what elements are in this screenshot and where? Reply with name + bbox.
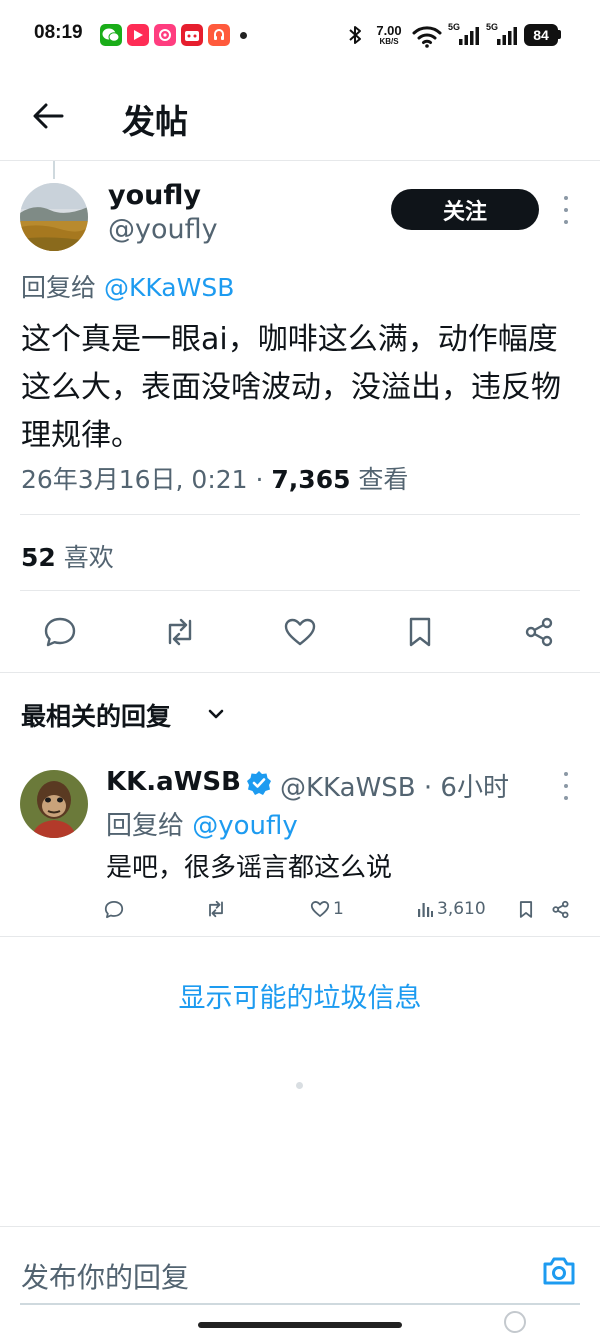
signal-5g-icon-2: 5G: [486, 22, 520, 48]
author-display-name[interactable]: youfly: [108, 180, 201, 211]
bookmark-icon: [519, 900, 533, 918]
heart-icon: [310, 901, 330, 917]
likes-label: 喜欢: [55, 543, 114, 572]
tmall-icon: [181, 24, 203, 46]
share-icon: [525, 617, 553, 647]
thread-connector-line: [53, 161, 55, 179]
reply-like-button[interactable]: 1: [310, 896, 344, 922]
arrow-left-icon: [33, 103, 64, 129]
author-handle[interactable]: @youfly: [108, 214, 218, 245]
verified-badge-icon: [246, 770, 272, 796]
back-button[interactable]: [28, 96, 68, 136]
reply-more-options-icon[interactable]: [560, 772, 572, 800]
app-watermark: [504, 1309, 526, 1335]
reply-bookmark-button[interactable]: [518, 896, 534, 922]
reply-composer-input[interactable]: 发布你的回复: [21, 1256, 189, 1296]
listen-app-icon: [208, 24, 230, 46]
bookmark-button[interactable]: [400, 612, 440, 652]
like-button[interactable]: [280, 612, 320, 652]
replies-sort-label[interactable]: 最相关的回复: [21, 697, 171, 733]
battery-indicator: 84: [524, 24, 558, 46]
signal-5g-icon: 5G: [448, 22, 482, 48]
divider: [20, 514, 580, 515]
camera-button[interactable]: [540, 1252, 578, 1290]
heart-icon: [284, 618, 316, 646]
divider: [0, 672, 600, 673]
divider: [0, 1226, 600, 1227]
reply-to-handle-link[interactable]: @KKaWSB: [104, 273, 234, 302]
reply-author-avatar[interactable]: [20, 770, 88, 838]
author-avatar[interactable]: [20, 183, 88, 251]
reply-view-count: 3,610: [437, 899, 486, 919]
wifi-icon: [412, 24, 442, 52]
reply-to-prefix: 回复给: [106, 811, 193, 841]
divider: [0, 936, 600, 937]
reply-repost-button[interactable]: [205, 896, 227, 922]
repost-icon: [209, 900, 223, 918]
show-spam-link[interactable]: 显示可能的垃圾信息: [0, 976, 600, 1015]
reply-text: 是吧，很多谣言都这么说: [106, 853, 393, 883]
views-label: 查看: [350, 465, 409, 494]
reply-to-prefix: 回复给: [21, 273, 104, 302]
reply-author-name[interactable]: KK.aWSB: [106, 767, 241, 797]
page-title: 发帖: [122, 102, 188, 141]
divider: [20, 590, 580, 591]
reply-handle-time: @KKaWSB · 6小时: [280, 773, 509, 803]
home-indicator[interactable]: [198, 1322, 402, 1328]
views-count[interactable]: 7,365: [271, 465, 350, 494]
reply-to-line: 回复给 @youfly: [106, 805, 298, 842]
follow-button[interactable]: 关注: [391, 189, 539, 230]
status-time: 08:19: [34, 22, 83, 43]
bookmark-icon: [409, 617, 431, 647]
repost-button[interactable]: [160, 612, 200, 652]
battery-tip: [558, 30, 561, 39]
bluetooth-icon: [348, 25, 362, 49]
more-options-icon[interactable]: [560, 196, 572, 224]
share-button[interactable]: [519, 612, 559, 652]
comment-icon: [104, 900, 124, 918]
reply-like-count: 1: [333, 899, 344, 919]
post-meta: 26年3月16日, 0:21 · 7,365 查看: [21, 460, 408, 496]
loading-indicator: [296, 1082, 303, 1089]
repost-icon: [168, 618, 192, 646]
comment-icon: [44, 617, 76, 647]
share-icon: [552, 900, 569, 918]
post-text: 这个真是一眼ai，咖啡这么满，动作幅度这么大，表面没啥波动，没溢出，违反物理规律…: [21, 322, 561, 453]
likes-count: 52: [21, 543, 56, 572]
network-speed: 7.00 KB/S: [376, 23, 402, 46]
camera-icon: [543, 1257, 575, 1285]
watermark-logo-icon: [504, 1311, 526, 1333]
video-app-icon: [127, 24, 149, 46]
chevron-down-icon[interactable]: [205, 703, 227, 725]
header-divider: [0, 160, 600, 161]
shopping-app-icon: [154, 24, 176, 46]
analytics-icon: [418, 903, 433, 917]
reply-views-button[interactable]: 3,610: [416, 896, 486, 922]
composer-underline: [20, 1303, 580, 1305]
reply-comment-button[interactable]: [104, 896, 124, 922]
post-timestamp: 26年3月16日, 0:21 ·: [21, 465, 272, 494]
wechat-icon: [100, 24, 122, 46]
reply-share-button[interactable]: [551, 896, 570, 922]
reply-to-line: 回复给 @KKaWSB: [21, 268, 234, 304]
likes-summary[interactable]: 52 喜欢: [21, 538, 114, 574]
reply-to-handle-link[interactable]: @youfly: [192, 811, 298, 841]
reply-button[interactable]: [40, 612, 80, 652]
notification-dot: [240, 32, 247, 39]
